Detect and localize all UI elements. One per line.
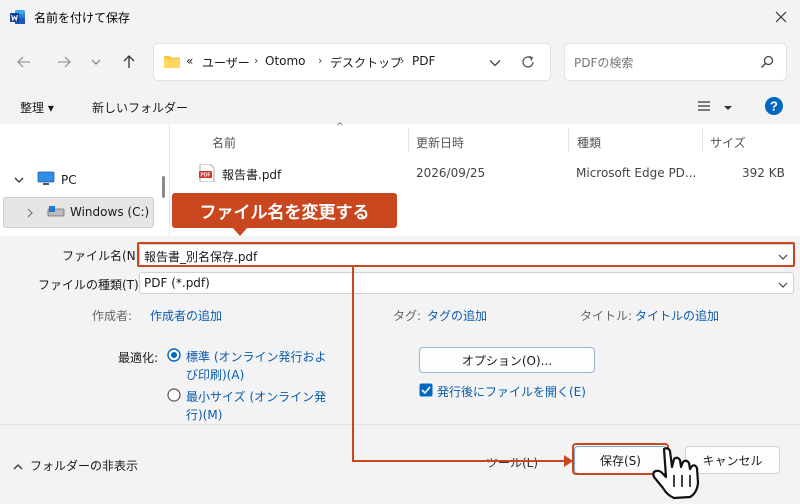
annotation-callout-text: ファイル名を変更する [199, 203, 370, 223]
annotation-callout-pointer [232, 227, 248, 236]
hand-cursor-icon [652, 447, 700, 500]
annotation-connector [352, 267, 573, 467]
annotation-callout: ファイル名を変更する [172, 193, 397, 228]
